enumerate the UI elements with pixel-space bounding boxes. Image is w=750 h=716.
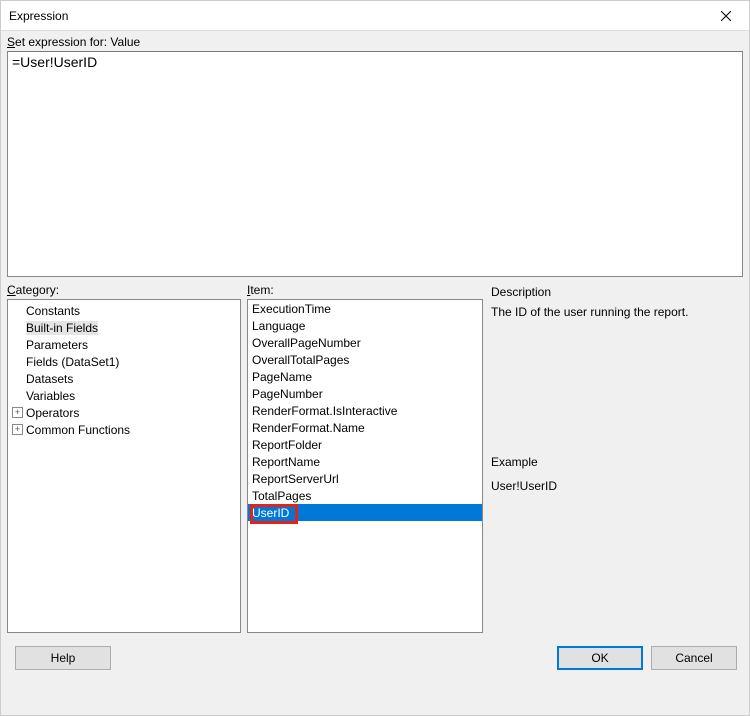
- category-item[interactable]: Parameters: [8, 336, 240, 353]
- item-list-item[interactable]: OverallPageNumber: [248, 334, 482, 351]
- category-column: Category: Constants Built-in Fields Parame…: [7, 283, 241, 633]
- category-item[interactable]: Built-in Fields: [8, 319, 240, 336]
- item-list-item[interactable]: ReportServerUrl: [248, 470, 482, 487]
- close-icon: [721, 11, 731, 21]
- expression-label: Set expression for: Value: [5, 31, 745, 51]
- category-item-label: Built-in Fields: [26, 321, 98, 335]
- category-item-label: Common Functions: [26, 423, 130, 437]
- category-item-label: Fields (DataSet1): [26, 355, 119, 369]
- description-panel: Description The ID of the user running t…: [489, 283, 743, 453]
- item-list-item[interactable]: ReportName: [248, 453, 482, 470]
- example-text: User!UserID: [491, 479, 741, 493]
- example-panel: Example User!UserID: [489, 453, 743, 633]
- category-item-label: Parameters: [26, 338, 88, 352]
- item-list-item[interactable]: Language: [248, 317, 482, 334]
- category-item[interactable]: +Operators: [8, 404, 240, 421]
- category-tree[interactable]: Constants Built-in Fields Parameters Fields…: [7, 299, 241, 633]
- item-column: Item: ExecutionTimeLanguageOverallPageNu…: [247, 283, 483, 633]
- close-button[interactable]: [703, 1, 749, 31]
- dialog-content: Set expression for: Value =User!UserID C…: [1, 31, 749, 715]
- dialog-title: Expression: [9, 9, 68, 23]
- category-item[interactable]: Constants: [8, 302, 240, 319]
- example-header: Example: [491, 455, 741, 469]
- info-column: Description The ID of the user running t…: [489, 283, 743, 633]
- category-item[interactable]: Fields (DataSet1): [8, 353, 240, 370]
- category-item[interactable]: +Common Functions: [8, 421, 240, 438]
- lower-panels: Category: Constants Built-in Fields Parame…: [7, 283, 743, 633]
- item-list-item[interactable]: TotalPages: [248, 487, 482, 504]
- button-row: Help OK Cancel: [5, 633, 745, 679]
- category-item-label: Constants: [26, 304, 80, 318]
- item-list-item[interactable]: PageNumber: [248, 385, 482, 402]
- item-list-item[interactable]: OverallTotalPages: [248, 351, 482, 368]
- category-item-label: Operators: [26, 406, 79, 420]
- expression-dialog: Expression Set expression for: Value =Us…: [0, 0, 750, 716]
- ok-button[interactable]: OK: [557, 646, 643, 670]
- item-list-item[interactable]: ExecutionTime: [248, 300, 482, 317]
- category-item[interactable]: Datasets: [8, 370, 240, 387]
- category-item[interactable]: Variables: [8, 387, 240, 404]
- item-list-item[interactable]: UserID: [248, 504, 482, 521]
- expression-label-prefix: Set expression for:: [7, 35, 110, 49]
- expand-icon[interactable]: +: [12, 407, 23, 418]
- item-list-item[interactable]: RenderFormat.Name: [248, 419, 482, 436]
- item-list-item[interactable]: PageName: [248, 368, 482, 385]
- item-list-item[interactable]: RenderFormat.IsInteractive: [248, 402, 482, 419]
- description-header: Description: [491, 285, 741, 299]
- category-item-label: Variables: [26, 389, 75, 403]
- description-text: The ID of the user running the report.: [491, 305, 741, 319]
- titlebar: Expression: [1, 1, 749, 31]
- expression-label-target: Value: [110, 35, 140, 49]
- help-button[interactable]: Help: [15, 646, 111, 670]
- category-item-label: Datasets: [26, 372, 73, 386]
- item-list[interactable]: ExecutionTimeLanguageOverallPageNumberOv…: [247, 299, 483, 633]
- expand-icon[interactable]: +: [12, 424, 23, 435]
- category-label: Category:: [7, 283, 241, 297]
- item-list-item[interactable]: ReportFolder: [248, 436, 482, 453]
- annotation-highlight: [250, 504, 298, 524]
- cancel-button[interactable]: Cancel: [651, 646, 737, 670]
- item-label: Item:: [247, 283, 483, 297]
- expression-editor[interactable]: =User!UserID: [7, 51, 743, 277]
